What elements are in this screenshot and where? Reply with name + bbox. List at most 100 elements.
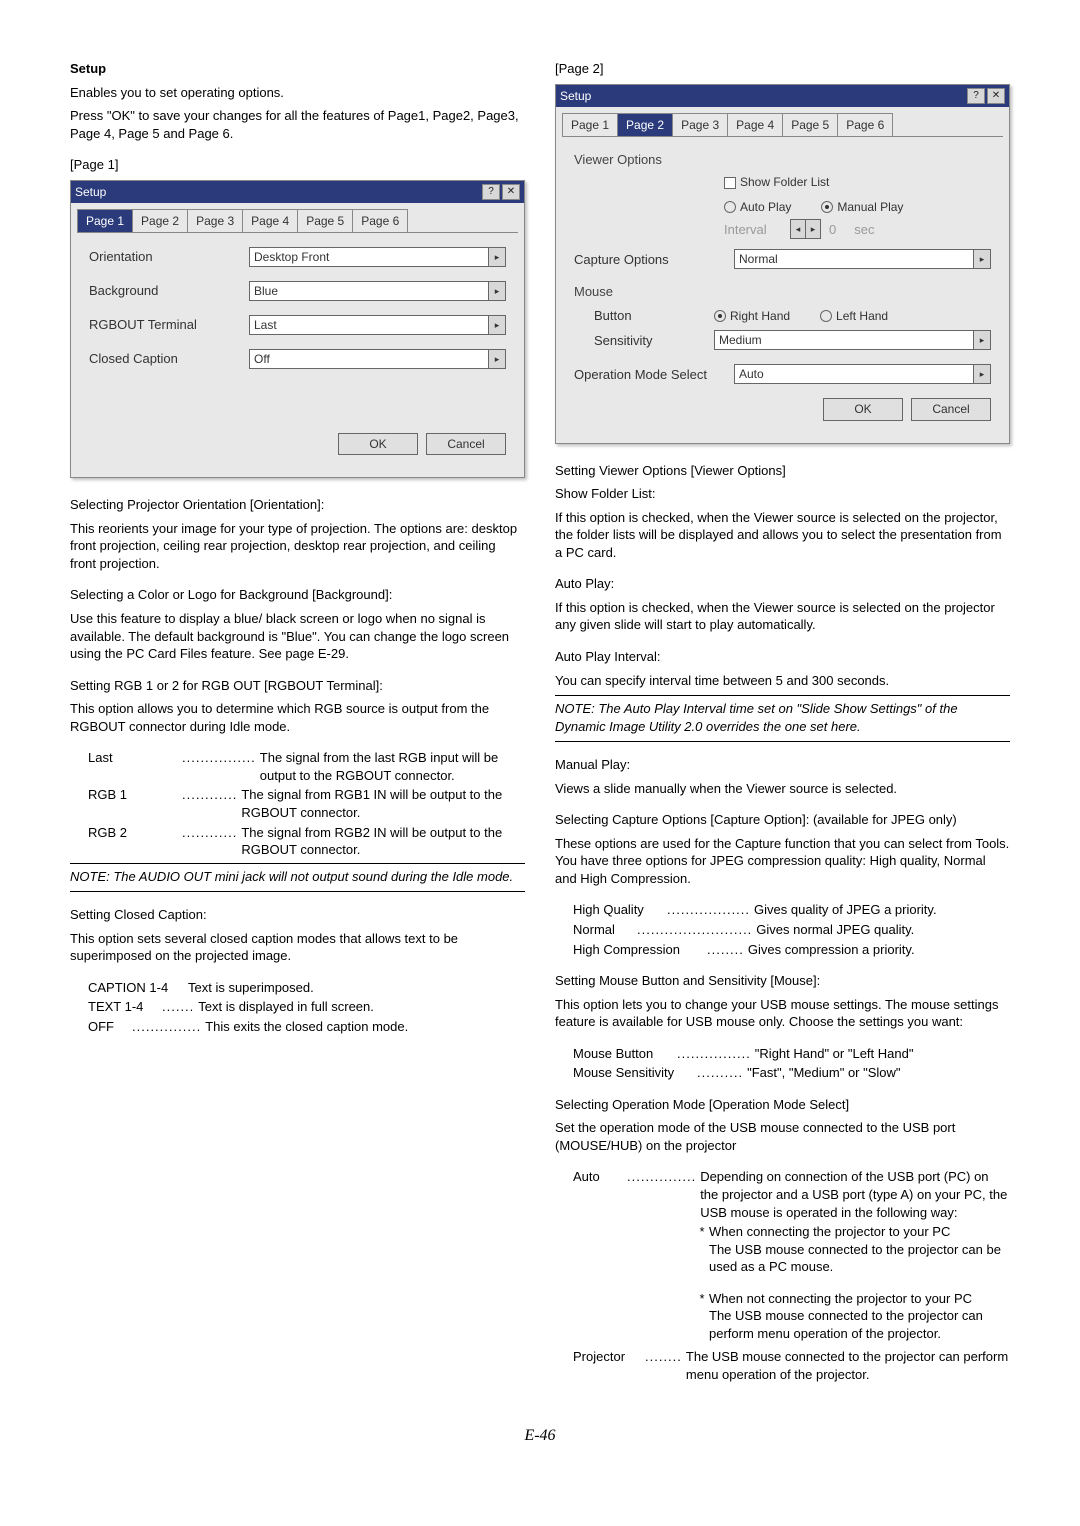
dialog2-titlebar: Setup ? ✕ — [556, 85, 1009, 107]
viewer-options-label: Viewer Options — [574, 151, 991, 169]
tab-page4[interactable]: Page 4 — [727, 113, 783, 136]
ok-button[interactable]: OK — [338, 433, 418, 455]
sfl-head: Show Folder List: — [555, 485, 1010, 503]
background-label: Background — [89, 282, 249, 300]
rgbout-label: RGBOUT Terminal — [89, 316, 249, 334]
setup-heading: Setup — [70, 60, 525, 78]
tab-page6[interactable]: Page 6 — [837, 113, 893, 136]
sensitivity-select[interactable]: Medium ▸ — [714, 330, 991, 350]
dropdown-icon: ▸ — [973, 250, 990, 268]
capture-head: Selecting Capture Options [Capture Optio… — [555, 811, 1010, 829]
capture-options-select[interactable]: Normal ▸ — [734, 249, 991, 269]
capture-list: High Quality..................Gives qual… — [573, 901, 1010, 958]
capture-body: These options are used for the Capture f… — [555, 835, 1010, 888]
ok-button[interactable]: OK — [823, 398, 903, 420]
help-button[interactable]: ? — [967, 88, 985, 104]
tab-page1[interactable]: Page 1 — [562, 113, 618, 136]
cancel-button[interactable]: Cancel — [911, 398, 991, 420]
tab-page6[interactable]: Page 6 — [352, 209, 408, 232]
opmode-body: Set the operation mode of the USB mouse … — [555, 1119, 1010, 1154]
orientation-label: Orientation — [89, 248, 249, 266]
cc-body: This option sets several closed caption … — [70, 930, 525, 965]
dialog1-titlebar: Setup ? ✕ — [71, 181, 524, 203]
audio-note: NOTE: The AUDIO OUT mini jack will not o… — [70, 868, 525, 886]
tab-page1[interactable]: Page 1 — [77, 209, 133, 232]
closed-caption-select[interactable]: Off ▸ — [249, 349, 506, 369]
right-hand-radio[interactable]: Right Hand — [714, 308, 790, 324]
right-column: [Page 2] Setup ? ✕ Page 1 Page 2 Page 3 … — [555, 60, 1010, 1385]
interval-label: Interval — [724, 221, 784, 239]
show-folder-checkbox[interactable]: Show Folder List — [724, 174, 829, 190]
dropdown-icon: ▸ — [488, 248, 505, 266]
opmode-projector: Projector........The USB mouse connected… — [573, 1348, 1010, 1383]
autoplay-radio[interactable]: Auto Play — [724, 199, 791, 215]
dropdown-icon: ▸ — [488, 350, 505, 368]
left-column: Setup Enables you to set operating optio… — [70, 60, 525, 1385]
autoplay-head: Auto Play: — [555, 575, 1010, 593]
dropdown-icon: ▸ — [973, 365, 990, 383]
cc-list: CAPTION 1-4Text is superimposed. TEXT 1-… — [88, 979, 525, 1036]
cancel-button[interactable]: Cancel — [426, 433, 506, 455]
tab-page5[interactable]: Page 5 — [297, 209, 353, 232]
mouse-head: Setting Mouse Button and Sensitivity [Mo… — [555, 972, 1010, 990]
tab-page5[interactable]: Page 5 — [782, 113, 838, 136]
tab-page3[interactable]: Page 3 — [672, 113, 728, 136]
capture-options-label: Capture Options — [574, 251, 734, 269]
background-select[interactable]: Blue ▸ — [249, 281, 506, 301]
viewer-options-head: Setting Viewer Options [Viewer Options] — [555, 462, 1010, 480]
orientation-head: Selecting Projector Orientation [Orienta… — [70, 496, 525, 514]
setup-dialog-page1: Setup ? ✕ Page 1 Page 2 Page 3 Page 4 Pa… — [70, 180, 525, 479]
autoplay-body: If this option is checked, when the View… — [555, 599, 1010, 634]
setup-intro2: Press "OK" to save your changes for all … — [70, 107, 525, 142]
mouse-section-label: Mouse — [574, 283, 991, 301]
close-button[interactable]: ✕ — [502, 184, 520, 200]
opmode-list: Auto...............Depending on connecti… — [573, 1168, 1010, 1221]
page2-label: [Page 2] — [555, 60, 1010, 78]
manualplay-radio[interactable]: Manual Play — [821, 199, 903, 215]
help-button[interactable]: ? — [482, 184, 500, 200]
orientation-body: This reorients your image for your type … — [70, 520, 525, 573]
spin-right-icon: ▸ — [806, 220, 820, 238]
page1-label: [Page 1] — [70, 156, 525, 174]
dialog1-title: Setup — [75, 184, 480, 200]
operation-mode-label: Operation Mode Select — [574, 366, 734, 384]
dialog2-title: Setup — [560, 88, 965, 104]
dialog1-tabs: Page 1 Page 2 Page 3 Page 4 Page 5 Page … — [77, 209, 518, 233]
manualplay-body: Views a slide manually when the Viewer s… — [555, 780, 1010, 798]
tab-page2[interactable]: Page 2 — [617, 113, 673, 136]
rgbout-body: This option allows you to determine whic… — [70, 700, 525, 735]
mouse-body: This option lets you to change your USB … — [555, 996, 1010, 1031]
interval-head: Auto Play Interval: — [555, 648, 1010, 666]
opmode-head: Selecting Operation Mode [Operation Mode… — [555, 1096, 1010, 1114]
dropdown-icon: ▸ — [488, 282, 505, 300]
orientation-select[interactable]: Desktop Front ▸ — [249, 247, 506, 267]
operation-mode-select[interactable]: Auto ▸ — [734, 364, 991, 384]
spin-left-icon: ◂ — [791, 220, 806, 238]
rgbout-head: Setting RGB 1 or 2 for RGB OUT [RGBOUT T… — [70, 677, 525, 695]
setup-intro1: Enables you to set operating options. — [70, 84, 525, 102]
sfl-body: If this option is checked, when the View… — [555, 509, 1010, 562]
button-label: Button — [574, 307, 714, 325]
page-number: E-46 — [70, 1425, 1010, 1447]
rgbout-select[interactable]: Last ▸ — [249, 315, 506, 335]
tab-page2[interactable]: Page 2 — [132, 209, 188, 232]
background-head: Selecting a Color or Logo for Background… — [70, 586, 525, 604]
setup-dialog-page2: Setup ? ✕ Page 1 Page 2 Page 3 Page 4 Pa… — [555, 84, 1010, 444]
dropdown-icon: ▸ — [488, 316, 505, 334]
dropdown-icon: ▸ — [973, 331, 990, 349]
manualplay-head: Manual Play: — [555, 756, 1010, 774]
interval-note: NOTE: The Auto Play Interval time set on… — [555, 700, 1010, 735]
rgbout-list: Last................The signal from the … — [88, 749, 525, 858]
mouse-list: Mouse Button................"Right Hand"… — [573, 1045, 1010, 1082]
tab-page4[interactable]: Page 4 — [242, 209, 298, 232]
interval-body: You can specify interval time between 5 … — [555, 672, 1010, 690]
dialog2-tabs: Page 1 Page 2 Page 3 Page 4 Page 5 Page … — [562, 113, 1003, 137]
close-button[interactable]: ✕ — [987, 88, 1005, 104]
background-body: Use this feature to display a blue/ blac… — [70, 610, 525, 663]
closed-caption-label: Closed Caption — [89, 350, 249, 368]
interval-spinner[interactable]: ◂ ▸ — [790, 219, 821, 239]
tab-page3[interactable]: Page 3 — [187, 209, 243, 232]
sensitivity-label: Sensitivity — [574, 332, 714, 350]
left-hand-radio[interactable]: Left Hand — [820, 308, 888, 324]
cc-head: Setting Closed Caption: — [70, 906, 525, 924]
